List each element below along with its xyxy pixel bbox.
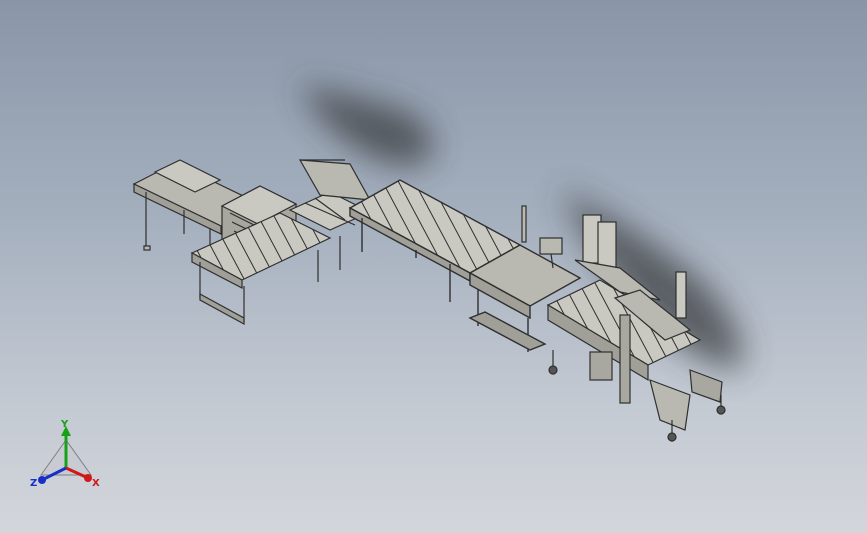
x-axis-label: X xyxy=(92,478,100,489)
3d-viewport[interactable]: Y X Z xyxy=(0,0,867,533)
x-axis-arrow xyxy=(84,474,92,482)
model-scene[interactable] xyxy=(0,0,867,533)
z-axis-label: Z xyxy=(30,478,37,489)
orientation-triad[interactable]: Y X Z xyxy=(26,419,106,495)
y-axis-label: Y xyxy=(60,420,69,430)
z-axis-arrow xyxy=(38,476,46,484)
